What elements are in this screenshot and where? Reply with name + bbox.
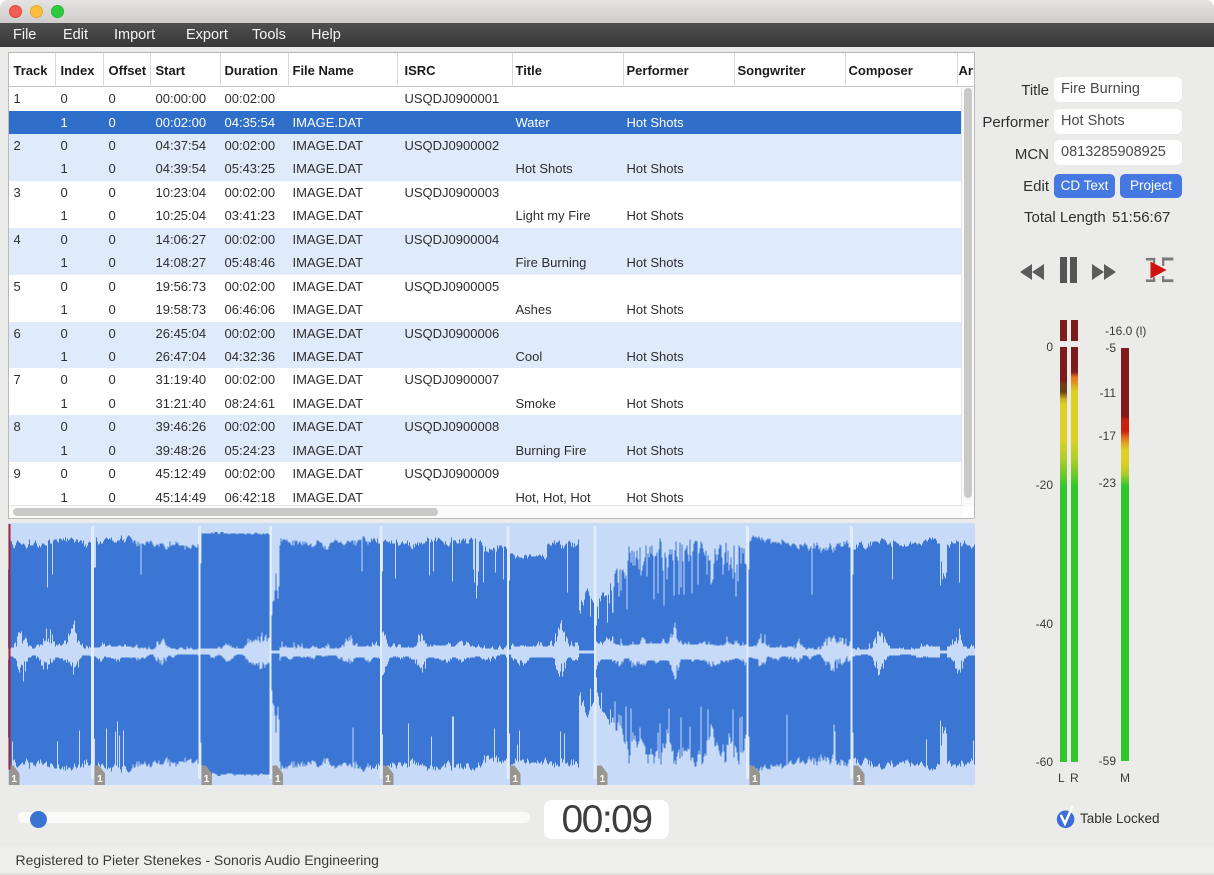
svg-text:1: 1 bbox=[97, 774, 103, 785]
svg-text:1: 1 bbox=[385, 774, 391, 785]
svg-text:1: 1 bbox=[856, 774, 862, 785]
svg-text:1: 1 bbox=[203, 774, 209, 785]
svg-text:1: 1 bbox=[512, 774, 518, 785]
svg-text:1: 1 bbox=[11, 774, 17, 785]
svg-text:1: 1 bbox=[599, 774, 605, 785]
svg-text:1: 1 bbox=[751, 774, 757, 785]
svg-text:1: 1 bbox=[274, 774, 280, 785]
